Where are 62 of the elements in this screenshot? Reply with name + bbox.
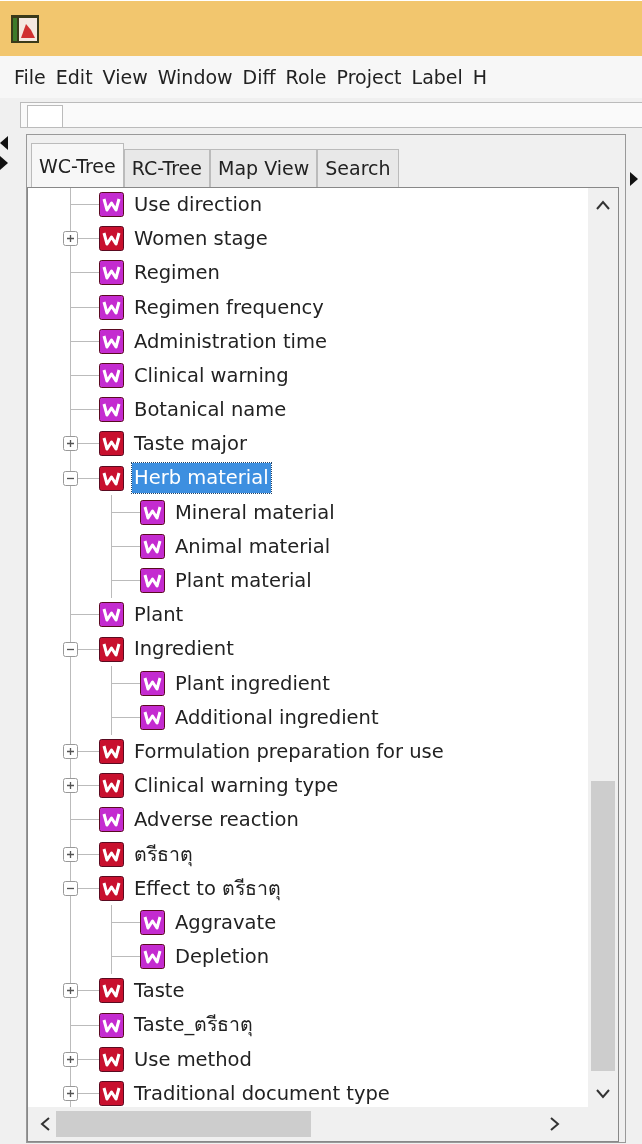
tab[interactable]: Map View <box>210 149 318 187</box>
expand-icon[interactable] <box>63 846 78 862</box>
tree-item[interactable]: Additional ingredient <box>173 702 381 733</box>
tree-item[interactable]: Ingredient <box>132 634 236 664</box>
tree-item[interactable]: Use method <box>132 1044 254 1074</box>
right-arrow-icon[interactable] <box>0 156 8 170</box>
expand-icon[interactable] <box>63 1085 78 1101</box>
tree-item[interactable]: Women stage <box>132 224 270 254</box>
tree-item[interactable]: Plant material <box>173 566 314 596</box>
collapse-icon[interactable] <box>63 880 78 896</box>
tab[interactable]: WC-Tree <box>31 143 124 187</box>
tree-item[interactable]: Botanical name <box>132 395 289 425</box>
tab[interactable]: Search <box>317 149 399 187</box>
menu-item[interactable]: Diff <box>242 62 286 92</box>
tree-item[interactable]: Taste_ตรีธาตุ <box>132 1010 256 1040</box>
right-arrow-icon[interactable] <box>630 172 638 186</box>
tree-item[interactable]: ตรีธาตุ <box>132 839 195 869</box>
tree-item[interactable]: Plant <box>132 600 186 630</box>
tree-item[interactable]: Taste <box>132 976 187 1006</box>
tree-item[interactable]: Formulation preparation for use <box>132 736 446 767</box>
menu-item[interactable]: Role <box>285 62 337 92</box>
menu-item[interactable]: Window <box>157 62 243 92</box>
tree-item[interactable]: Regimen <box>132 258 222 288</box>
expand-icon[interactable] <box>63 744 78 760</box>
menu-item[interactable]: H <box>472 62 498 92</box>
tree-item[interactable]: Mineral material <box>173 497 337 527</box>
app-icon <box>10 13 40 44</box>
tree-item[interactable]: Use direction <box>132 189 265 220</box>
tree-item[interactable]: Depletion <box>173 942 272 972</box>
expand-icon[interactable] <box>63 231 78 247</box>
expand-icon[interactable] <box>63 1051 78 1067</box>
vertical-scrollbar[interactable] <box>588 187 618 1107</box>
scroll-down-icon[interactable] <box>596 1089 610 1099</box>
tab[interactable]: RC-Tree <box>123 149 210 187</box>
scrollbar-thumb[interactable] <box>56 1111 311 1137</box>
collapse-icon[interactable] <box>63 641 78 657</box>
tree-item[interactable]: Aggravate <box>173 907 279 938</box>
tree-item[interactable]: Animal material <box>173 531 333 562</box>
collapse-icon[interactable] <box>63 470 78 486</box>
expand-icon[interactable] <box>63 983 78 999</box>
scrollbar-thumb[interactable] <box>591 781 615 1071</box>
expand-icon[interactable] <box>63 436 78 452</box>
menu-item[interactable]: Label <box>411 62 473 92</box>
horizontal-scrollbar[interactable] <box>28 1107 618 1141</box>
menu-item[interactable]: View <box>102 62 158 92</box>
tree-item[interactable]: Traditional document type <box>132 1078 392 1107</box>
menu-item[interactable]: File <box>14 62 56 92</box>
scroll-left-icon[interactable] <box>40 1117 50 1131</box>
scroll-up-icon[interactable] <box>596 199 610 210</box>
expand-icon[interactable] <box>63 778 78 794</box>
tree-item[interactable]: Adverse reaction <box>132 805 301 835</box>
tree-item[interactable]: Clinical warning <box>132 360 291 391</box>
tree-item[interactable]: Taste major <box>132 429 249 459</box>
tree-item[interactable]: Administration time <box>132 326 329 356</box>
tree-item[interactable]: Regimen frequency <box>132 292 326 322</box>
tree-item[interactable]: Plant ingredient <box>173 668 332 698</box>
tree-item[interactable]: Effect to ตรีธาตุ <box>132 873 284 903</box>
scroll-right-icon[interactable] <box>550 1117 560 1131</box>
tree-item[interactable]: Clinical warning type <box>132 771 341 801</box>
menu-item[interactable]: Project <box>336 62 412 92</box>
left-arrow-icon[interactable] <box>0 136 8 150</box>
menu-item[interactable]: Edit <box>55 62 103 92</box>
